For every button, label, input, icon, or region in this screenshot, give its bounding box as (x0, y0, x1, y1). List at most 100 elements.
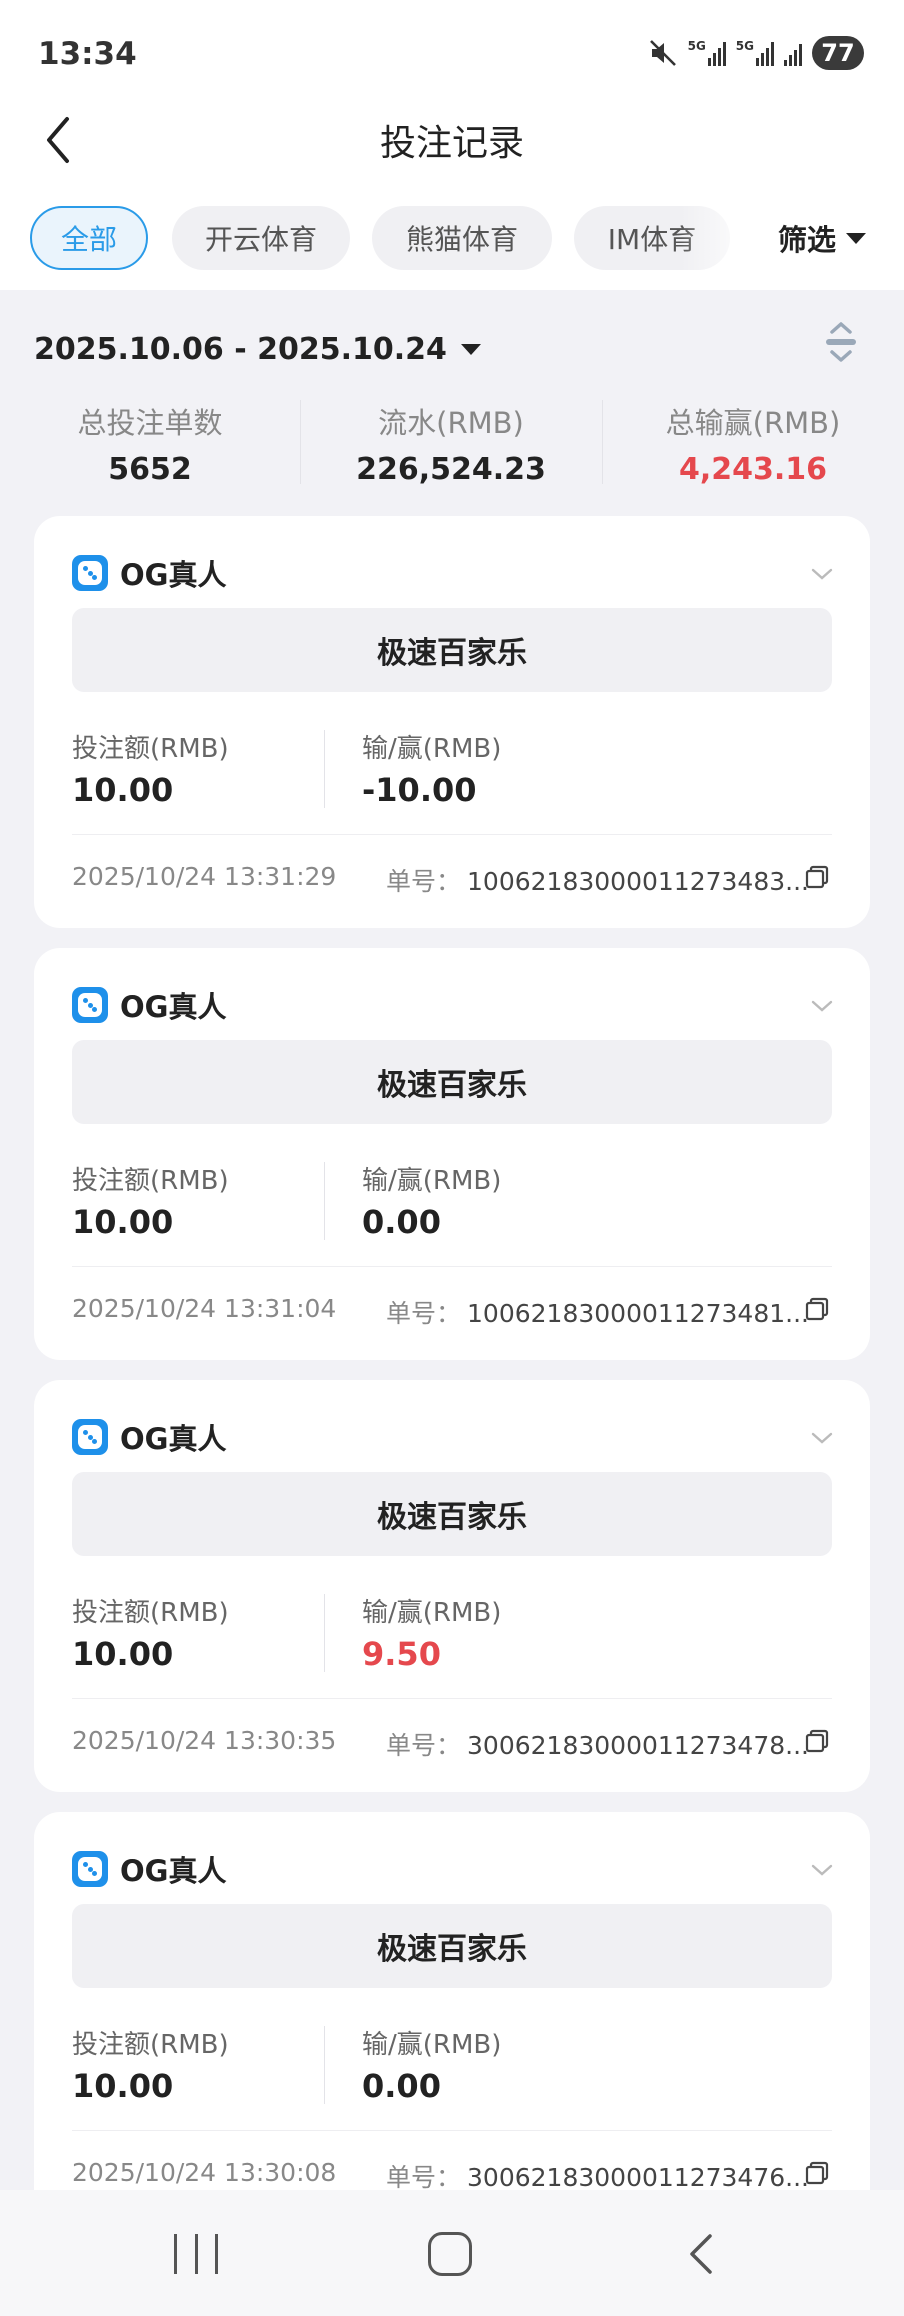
summary-stats: 总投注单数 5652 流水(RMB) 226,524.23 总输赢(RMB) 4… (0, 400, 904, 490)
divider (324, 730, 325, 808)
card-header: OG真人 (72, 1416, 226, 1458)
divider (324, 2026, 325, 2104)
stake-block: 投注额(RMB) 10.00 (72, 1160, 229, 1241)
winloss-block: 输/赢(RMB) 0.00 (362, 1160, 501, 1241)
stake-value: 10.00 (72, 1635, 174, 1673)
winloss-value: 9.50 (362, 1635, 441, 1673)
stake-value: 10.00 (72, 1203, 174, 1241)
signal-2-icon: 5G (736, 40, 774, 66)
stake-label: 投注额(RMB) (72, 2030, 229, 2060)
winloss-label: 输/赢(RMB) (362, 2030, 502, 2060)
game-name: 极速百家乐 (72, 1904, 832, 1988)
copy-icon[interactable] (804, 1728, 830, 1754)
stake-value: 10.00 (72, 771, 174, 809)
status-icons: 5G 5G 77 (648, 36, 864, 70)
order-label: 单号： (386, 1731, 462, 1760)
signal-3-icon (784, 40, 802, 66)
bet-time: 2025/10/24 13:30:08 (72, 2158, 337, 2187)
chevron-down-icon[interactable] (810, 994, 834, 1018)
divider (72, 2130, 832, 2131)
chevron-down-icon[interactable] (810, 1426, 834, 1450)
winloss-label: 输/赢(RMB) (362, 734, 502, 764)
copy-icon[interactable] (804, 1296, 830, 1322)
bet-record-card[interactable]: OG真人 极速百家乐 投注额(RMB) 10.00 输/赢(RMB) 9.50 … (34, 1380, 870, 1792)
divider (72, 834, 832, 835)
dice-icon (72, 987, 108, 1023)
stat-value: 4,243.16 (678, 452, 828, 487)
stat-total-winloss: 总输赢(RMB) 4,243.16 (603, 400, 903, 487)
bet-record-card[interactable]: OG真人 极速百家乐 投注额(RMB) 10.00 输/赢(RMB) 0.00 … (34, 948, 870, 1360)
winloss-label: 输/赢(RMB) (362, 1166, 502, 1196)
stake-block: 投注额(RMB) 10.00 (72, 2024, 229, 2105)
stat-turnover: 流水(RMB) 226,524.23 (301, 400, 601, 487)
winloss-value: 0.00 (362, 2067, 441, 2105)
dice-icon (72, 1419, 108, 1455)
caret-down-icon (460, 344, 481, 355)
date-range: 2025.10.06 - 2025.10.24 (34, 332, 447, 367)
signal-1-icon: 5G (688, 40, 726, 66)
recent-apps-button[interactable] (174, 2234, 218, 2274)
stat-total-bets: 总投注单数 5652 (0, 400, 300, 487)
order-value: 30062183000011273478... (467, 1731, 809, 1760)
winloss-block: 输/赢(RMB) 9.50 (362, 1592, 501, 1673)
stat-label: 总输赢(RMB) (665, 406, 841, 440)
bet-time: 2025/10/24 13:30:35 (72, 1726, 337, 1755)
top-bar: 投注记录 (0, 110, 904, 190)
game-name: 极速百家乐 (72, 1040, 832, 1124)
order-label: 单号： (386, 1299, 462, 1328)
card-header: OG真人 (72, 552, 226, 594)
page-title: 投注记录 (379, 123, 524, 164)
order-value: 10062183000011273483... (467, 867, 809, 896)
winloss-block: 输/赢(RMB) 0.00 (362, 2024, 501, 2105)
order-value: 30062183000011273476... (467, 2163, 809, 2192)
mute-icon (649, 40, 676, 66)
provider-name: OG真人 (120, 1422, 227, 1456)
card-header: OG真人 (72, 984, 226, 1026)
tab-all[interactable]: 全部 (30, 206, 148, 270)
divider (324, 1594, 325, 1672)
filter-label: 筛选 (777, 223, 836, 257)
provider-name: OG真人 (120, 558, 227, 592)
provider-tabs: 全部 开云体育 熊猫体育 IM体育 筛选 (0, 190, 904, 290)
winloss-value: -10.00 (362, 771, 477, 809)
stat-value: 226,524.23 (356, 452, 546, 487)
provider-name: OG真人 (120, 990, 227, 1024)
chevron-down-icon[interactable] (810, 562, 834, 586)
order-value: 10062183000011273481... (467, 1299, 809, 1328)
tab-panda-sports[interactable]: 熊猫体育 (372, 206, 552, 270)
order-number: 单号： 30062183000011273476... (386, 2158, 809, 2194)
caret-down-icon (846, 232, 866, 244)
copy-icon[interactable] (804, 2160, 830, 2186)
winloss-value: 0.00 (362, 1203, 441, 1241)
stake-block: 投注额(RMB) 10.00 (72, 728, 229, 809)
stake-label: 投注额(RMB) (72, 734, 229, 764)
date-range-selector[interactable]: 2025.10.06 - 2025.10.24 (34, 332, 481, 367)
status-bar: 13:34 5G 5G 77 (0, 0, 904, 110)
bet-time: 2025/10/24 13:31:29 (72, 862, 337, 891)
system-back-button[interactable] (682, 2230, 722, 2278)
winloss-block: 输/赢(RMB) -10.00 (362, 728, 501, 809)
collapse-toggle-icon[interactable] (822, 318, 860, 366)
tab-kaiyun-sports[interactable]: 开云体育 (172, 206, 350, 270)
order-label: 单号： (386, 2163, 462, 2192)
copy-icon[interactable] (804, 864, 830, 890)
card-header: OG真人 (72, 1848, 226, 1890)
filter-button[interactable]: 筛选 (778, 206, 866, 270)
status-time: 13:34 (38, 36, 137, 72)
stat-label: 总投注单数 (77, 406, 223, 440)
stake-block: 投注额(RMB) 10.00 (72, 1592, 229, 1673)
tabs-fade (680, 190, 760, 290)
bet-record-card[interactable]: OG真人 极速百家乐 投注额(RMB) 10.00 输/赢(RMB) -10.0… (34, 516, 870, 928)
chevron-down-icon[interactable] (810, 1858, 834, 1882)
dice-icon (72, 1851, 108, 1887)
game-name: 极速百家乐 (72, 608, 832, 692)
stake-label: 投注额(RMB) (72, 1166, 229, 1196)
order-label: 单号： (386, 867, 462, 896)
order-number: 单号： 30062183000011273478... (386, 1726, 809, 1762)
order-number: 单号： 10062183000011273483... (386, 862, 809, 898)
bet-record-card[interactable]: OG真人 极速百家乐 投注额(RMB) 10.00 输/赢(RMB) 0.00 … (34, 1812, 870, 2224)
divider (324, 1162, 325, 1240)
bet-time: 2025/10/24 13:31:04 (72, 1294, 337, 1323)
divider (72, 1266, 832, 1267)
home-button[interactable] (428, 2232, 472, 2276)
